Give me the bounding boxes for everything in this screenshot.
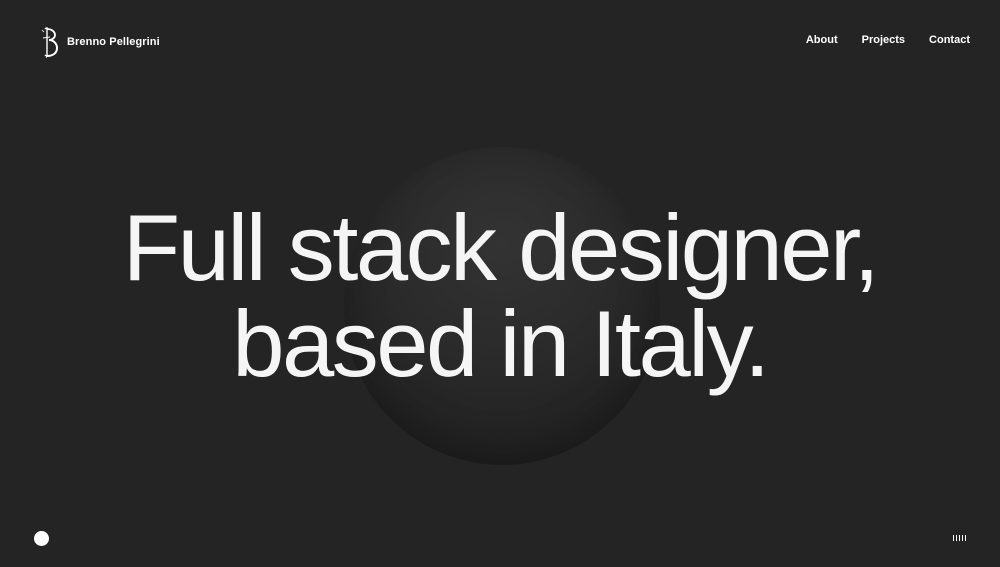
main-nav: About Projects Contact bbox=[782, 34, 970, 46]
page: Brenno Pellegrini About Projects Contact… bbox=[0, 0, 1000, 567]
nav-projects[interactable]: Projects bbox=[862, 34, 905, 46]
sound-bar bbox=[962, 535, 963, 541]
cursor-dot-icon[interactable] bbox=[34, 531, 49, 546]
nav-contact[interactable]: Contact bbox=[929, 34, 970, 46]
brand-link[interactable]: Brenno Pellegrini bbox=[41, 26, 160, 58]
hero-heading: Full stack designer, based in Italy. bbox=[0, 200, 1000, 392]
sound-bar bbox=[959, 535, 960, 541]
sound-bar bbox=[953, 535, 954, 541]
hero-line-2: based in Italy. bbox=[232, 291, 770, 396]
hero-line-1: Full stack designer, bbox=[122, 195, 880, 300]
nav-about[interactable]: About bbox=[806, 34, 838, 46]
site-header: Brenno Pellegrini About Projects Contact bbox=[0, 0, 1000, 82]
logo-icon bbox=[41, 27, 59, 58]
sound-bars-icon[interactable] bbox=[953, 535, 966, 541]
brand-name: Brenno Pellegrini bbox=[67, 36, 160, 48]
sound-bar bbox=[965, 535, 966, 541]
sound-bar bbox=[956, 535, 957, 541]
